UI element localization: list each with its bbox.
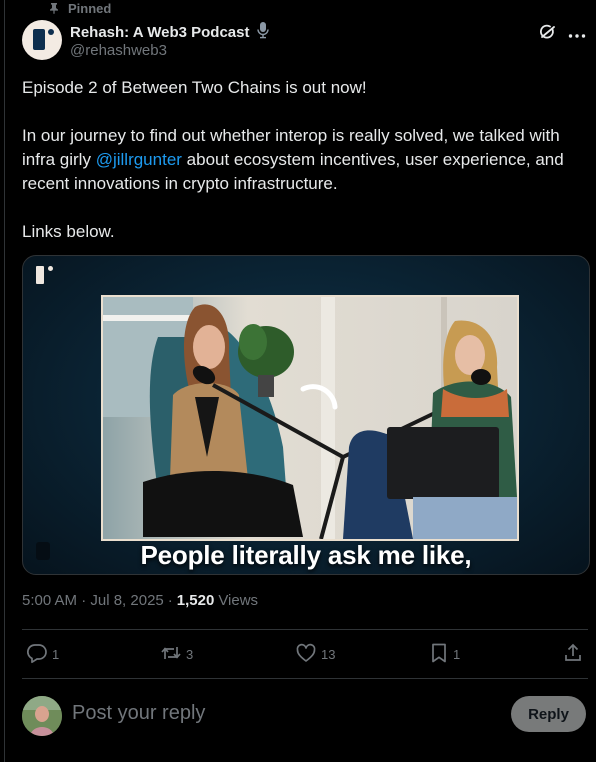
user-avatar[interactable]: [22, 696, 62, 736]
views-label: Views: [218, 592, 259, 609]
views-count: 1,520: [176, 592, 215, 609]
rehash-logo-bar: [33, 29, 45, 50]
reply-action[interactable]: 1: [26, 642, 59, 667]
share-icon: [563, 642, 583, 667]
like-action[interactable]: 13: [295, 642, 335, 667]
video-player[interactable]: People literally ask me like,: [22, 255, 590, 575]
heart-icon: [295, 642, 317, 667]
video-still-image: [103, 297, 517, 539]
author-name-row: Rehash: A Web3 Podcast: [70, 21, 270, 44]
grok-icon[interactable]: [538, 22, 558, 47]
share-action[interactable]: [563, 642, 583, 667]
bookmark-action[interactable]: 1: [429, 642, 460, 667]
tweet-paragraph-2: In our journey to find out whether inter…: [22, 124, 588, 196]
pin-icon: [48, 2, 60, 14]
divider-top: [22, 629, 588, 630]
author-display-name[interactable]: Rehash: A Web3 Podcast: [70, 24, 250, 41]
repost-icon: [160, 642, 182, 667]
video-logo-bar: [36, 266, 44, 284]
video-caption: People literally ask me like,: [140, 540, 472, 570]
video-frame[interactable]: [101, 295, 519, 541]
divider-bottom: [22, 678, 588, 679]
repost-action[interactable]: 3: [160, 642, 193, 667]
reply-count: 1: [52, 647, 60, 662]
pinned-indicator: Pinned: [48, 0, 111, 16]
tweet-top-actions: [538, 22, 586, 47]
tweet-meta: 5:00 AM · Jul 8, 2025 · 1,520 Views: [22, 592, 258, 609]
more-options-icon[interactable]: [568, 26, 586, 44]
pinned-label: Pinned: [68, 0, 112, 16]
reply-icon: [26, 642, 48, 667]
reply-button[interactable]: Reply: [511, 696, 586, 732]
mention-link[interactable]: @jillrgunter: [96, 150, 182, 169]
timeline-border: [4, 0, 5, 762]
rehash-logo-dot: [48, 29, 54, 35]
tweet-timestamp[interactable]: 5:00 AM · Jul 8, 2025: [22, 592, 164, 609]
tweet-line-3: Links below.: [22, 222, 115, 241]
author-avatar[interactable]: [22, 20, 62, 60]
meta-separator: ·: [167, 592, 173, 609]
video-logo-dot: [48, 266, 53, 271]
like-count: 13: [321, 647, 336, 662]
repost-count: 3: [186, 647, 194, 662]
bookmark-count: 1: [453, 647, 461, 662]
tweet-line-1: Episode 2 of Between Two Chains is out n…: [22, 78, 367, 97]
tweet-text: Episode 2 of Between Two Chains is out n…: [22, 76, 588, 244]
reply-input[interactable]: Post your reply: [72, 702, 205, 725]
author-handle[interactable]: @rehashweb3: [70, 42, 167, 59]
microphone-icon: [256, 21, 270, 44]
bookmark-icon: [429, 642, 449, 667]
